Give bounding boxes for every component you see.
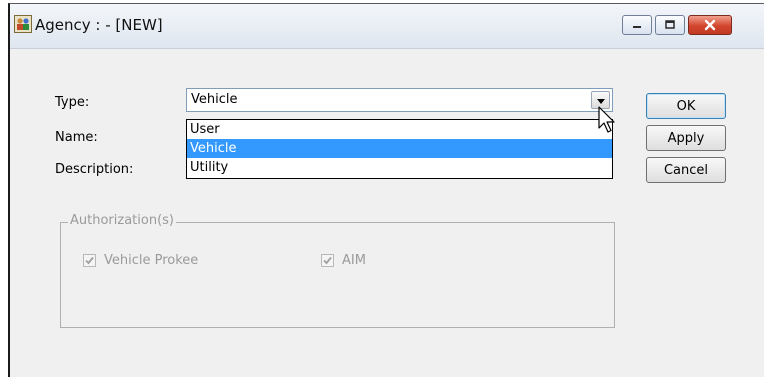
- maximize-button[interactable]: [655, 15, 685, 35]
- minimize-icon: [633, 26, 641, 28]
- ok-button[interactable]: OK: [646, 93, 726, 119]
- authorizations-group: [60, 222, 615, 328]
- type-select-value: Vehicle: [191, 92, 238, 107]
- type-dropdown-list: User Vehicle Utility: [186, 119, 613, 179]
- description-label: Description:: [55, 162, 134, 177]
- close-button[interactable]: [688, 15, 732, 35]
- window-title: Agency : - [NEW]: [35, 16, 163, 34]
- authorizations-group-title: Authorization(s): [68, 213, 176, 228]
- type-select[interactable]: Vehicle: [186, 88, 613, 112]
- agency-dialog: Agency : - [NEW] Type: Name: Description…: [8, 3, 764, 377]
- dropdown-option-user[interactable]: User: [187, 120, 612, 139]
- type-label: Type:: [55, 95, 90, 110]
- vehicle-prokee-label: Vehicle Prokee: [104, 253, 199, 268]
- mouse-pointer-icon: [598, 106, 615, 133]
- vehicle-prokee-checkbox[interactable]: Vehicle Prokee: [83, 253, 198, 268]
- name-label: Name:: [55, 130, 98, 145]
- apply-button[interactable]: Apply: [646, 125, 726, 151]
- minimize-button[interactable]: [622, 15, 652, 35]
- title-bar[interactable]: Agency : - [NEW]: [10, 4, 764, 49]
- maximize-icon: [665, 20, 675, 29]
- agency-people-icon: [14, 15, 32, 33]
- aim-checkbox[interactable]: AIM: [321, 253, 366, 268]
- close-icon: [704, 19, 716, 31]
- dropdown-option-utility[interactable]: Utility: [187, 158, 612, 177]
- checkbox-checked-icon: [321, 254, 334, 267]
- dropdown-option-vehicle[interactable]: Vehicle: [187, 139, 612, 158]
- aim-label: AIM: [342, 253, 366, 268]
- cancel-button[interactable]: Cancel: [646, 157, 726, 183]
- checkbox-checked-icon: [83, 254, 96, 267]
